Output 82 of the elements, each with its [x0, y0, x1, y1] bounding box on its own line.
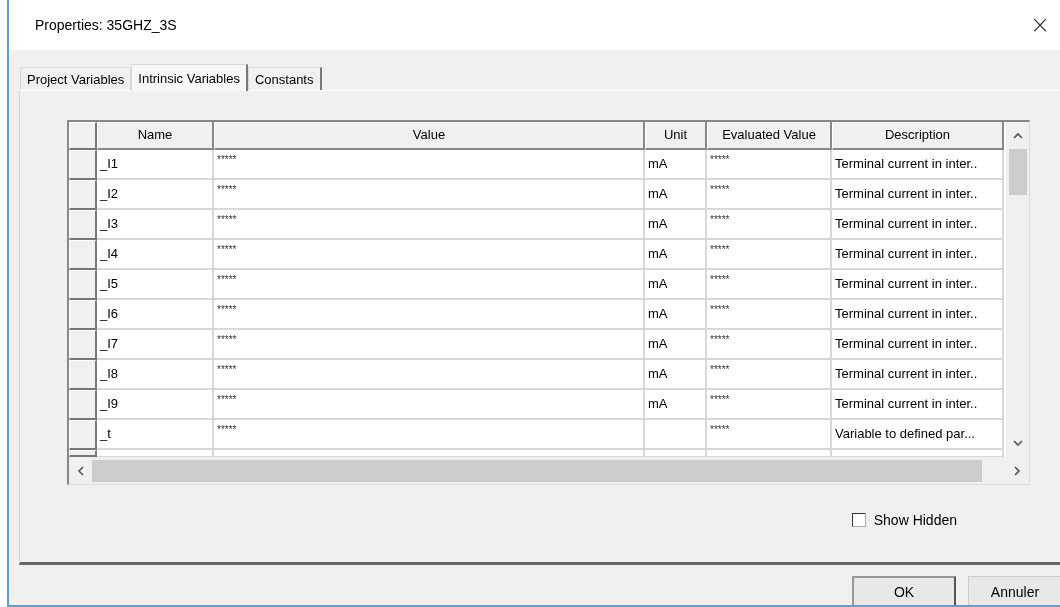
- checkbox[interactable]: [851, 513, 866, 527]
- scrollbar-thumb[interactable]: [1008, 149, 1027, 195]
- table-cell: mA: [645, 390, 707, 420]
- tab[interactable]: Constants: [247, 67, 322, 90]
- table-cell: *****: [707, 150, 832, 180]
- table-cell: *****: [214, 180, 645, 210]
- table-cell: _I6: [97, 300, 214, 330]
- table-cell: Terminal current in inter..: [832, 270, 1004, 300]
- tab[interactable]: Project Variables: [20, 67, 132, 90]
- table-cell: Terminal current in inter..: [832, 390, 1004, 420]
- scroll-right-icon[interactable]: [1014, 465, 1021, 476]
- table-cell: _I4: [97, 240, 214, 270]
- table-cell: _I7: [97, 330, 214, 360]
- table-cell: mA: [645, 210, 707, 240]
- table-cell: *****: [214, 210, 645, 240]
- table-cell: Terminal current in inter..: [832, 240, 1004, 270]
- column-header[interactable]: Name: [97, 122, 214, 150]
- table-cell: mA: [645, 270, 707, 300]
- table-cell: Terminal current in inter..: [832, 300, 1004, 330]
- table-cell: *****: [214, 330, 645, 360]
- table-cell: *****: [214, 240, 645, 270]
- dialog-button[interactable]: Annuler: [968, 576, 1060, 605]
- vertical-scrollbar[interactable]: [1006, 122, 1029, 457]
- table-cell: *****: [707, 360, 832, 390]
- table-cell: _I5: [97, 270, 214, 300]
- table-cell: *****: [214, 360, 645, 390]
- table-cell: _I1: [97, 150, 214, 180]
- table-cell: *****: [707, 210, 832, 240]
- table-cell: *****: [214, 390, 645, 420]
- table-cell: mA: [645, 150, 707, 180]
- table-cell: Terminal current in inter..: [832, 150, 1004, 180]
- scroll-left-icon[interactable]: [77, 465, 84, 476]
- row-header[interactable]: [69, 300, 97, 330]
- table-cell: _I9: [97, 390, 214, 420]
- table-cell: *****: [707, 240, 832, 270]
- scroll-up-icon[interactable]: [1012, 132, 1023, 139]
- table-cell: *****: [707, 390, 832, 420]
- table-cell: _I8: [97, 360, 214, 390]
- table-cell: _I3: [97, 210, 214, 240]
- table-cell: Terminal current in inter..: [832, 330, 1004, 360]
- table-cell: *****: [214, 300, 645, 330]
- close-button[interactable]: ×: [1021, 11, 1058, 39]
- table-cell: _I2: [97, 180, 214, 210]
- table-cell: *****: [214, 150, 645, 180]
- table-cell: *****: [214, 420, 645, 450]
- table-cell: Terminal current in inter..: [832, 180, 1004, 210]
- table-cell: Variable to defined par...: [832, 420, 1004, 450]
- table-cell: *****: [707, 270, 832, 300]
- row-header[interactable]: [69, 330, 97, 360]
- tab[interactable]: Intrinsic Variables: [131, 64, 248, 91]
- table-cell: mA: [645, 240, 707, 270]
- table-cell: *****: [707, 330, 832, 360]
- table-cell: _t: [97, 420, 214, 450]
- window-title: Properties: 35GHZ_3S: [35, 17, 177, 33]
- table-cell: [645, 420, 707, 450]
- table-cell: mA: [645, 180, 707, 210]
- column-header[interactable]: Unit: [645, 122, 707, 150]
- table-cell: mA: [645, 330, 707, 360]
- table-cell: Terminal current in inter..: [832, 360, 1004, 390]
- table-cell: *****: [707, 420, 832, 450]
- scrollbar-thumb[interactable]: [92, 459, 982, 482]
- table-cell: mA: [645, 360, 707, 390]
- row-header[interactable]: [69, 210, 97, 240]
- horizontal-scrollbar[interactable]: [69, 457, 1029, 484]
- column-header[interactable]: Description: [832, 122, 1004, 150]
- table-cell: mA: [645, 300, 707, 330]
- table-cell: *****: [214, 270, 645, 300]
- column-header[interactable]: Evaluated Value: [707, 122, 832, 150]
- column-header[interactable]: Value: [214, 122, 645, 150]
- scroll-down-icon[interactable]: [1012, 440, 1023, 447]
- row-header[interactable]: [69, 180, 97, 210]
- row-header[interactable]: [69, 360, 97, 390]
- row-header[interactable]: [69, 390, 97, 420]
- dialog-button[interactable]: OK: [852, 576, 956, 605]
- show-hidden-checkbox[interactable]: Show Hidden: [851, 512, 957, 528]
- table-cell: Terminal current in inter..: [832, 210, 1004, 240]
- table-cell: *****: [707, 300, 832, 330]
- row-header[interactable]: [69, 420, 97, 450]
- row-header[interactable]: [69, 270, 97, 300]
- row-header[interactable]: [69, 240, 97, 270]
- table-cell: *****: [707, 180, 832, 210]
- row-header[interactable]: [69, 150, 97, 180]
